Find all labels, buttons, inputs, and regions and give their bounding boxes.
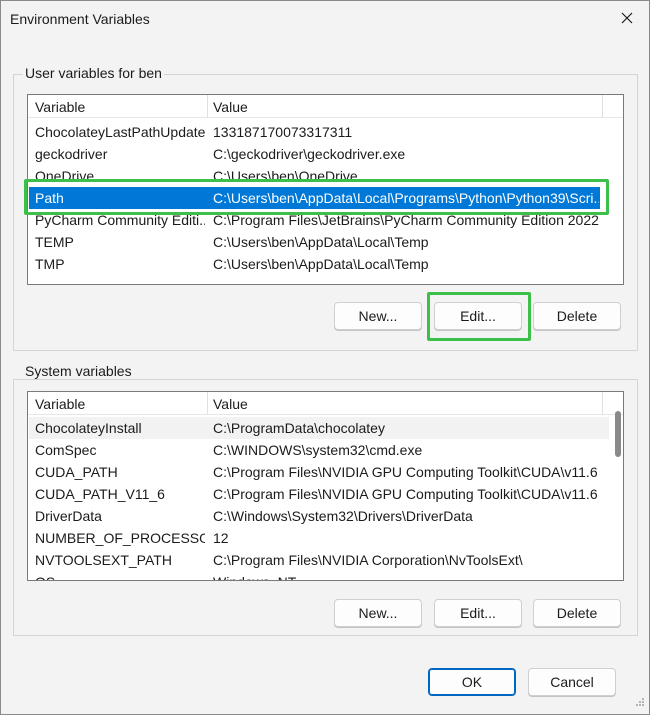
column-header-value[interactable]: Value	[213, 396, 248, 412]
variable-value: C:\Users\ben\AppData\Local\Temp	[213, 234, 429, 250]
variable-name: ChocolateyInstall	[35, 420, 142, 436]
system-delete-button[interactable]: Delete	[533, 599, 621, 627]
variable-value: C:\WINDOWS\system32\cmd.exe	[213, 442, 423, 458]
variable-name: TMP	[35, 256, 65, 272]
variable-name: CUDA_PATH	[35, 464, 118, 480]
close-icon	[621, 11, 633, 27]
environment-variables-dialog: Environment Variables User variables for…	[0, 0, 650, 715]
column-divider[interactable]	[207, 95, 208, 117]
list-item[interactable]: ChocolateyInstall C:\ProgramData\chocola…	[29, 417, 609, 439]
list-item[interactable]: ChocolateyLastPathUpdate 133187170073317…	[29, 121, 622, 143]
variable-name: TEMP	[35, 234, 74, 250]
list-item[interactable]: geckodriver C:\geckodriver\geckodriver.e…	[29, 143, 622, 165]
title-bar: Environment Variables	[1, 1, 649, 37]
variable-name: NUMBER_OF_PROCESSORS	[35, 530, 205, 546]
system-edit-button[interactable]: Edit...	[434, 599, 522, 627]
variable-name: Path	[35, 190, 64, 206]
system-new-button[interactable]: New...	[334, 599, 422, 627]
column-divider[interactable]	[207, 392, 208, 414]
user-new-button[interactable]: New...	[334, 302, 422, 330]
user-edit-button[interactable]: Edit...	[434, 302, 522, 330]
variable-name: DriverData	[35, 508, 102, 524]
vertical-scrollbar-thumb[interactable]	[615, 411, 621, 457]
cancel-button[interactable]: Cancel	[528, 668, 616, 696]
variable-value: C:\Program Files\JetBrains\PyCharm Commu…	[213, 212, 599, 228]
variable-value: 133187170073317311	[213, 124, 353, 140]
variable-value: C:\Users\ben\OneDrive	[213, 168, 358, 184]
resize-grip-icon[interactable]	[635, 694, 645, 710]
variable-value: C:\ProgramData\chocolatey	[213, 420, 385, 436]
user-variables-list[interactable]: Variable Value ChocolateyLastPathUpdate …	[27, 94, 624, 285]
list-item[interactable]: PyCharm Community Editi... C:\Program Fi…	[29, 209, 622, 231]
variable-name: CUDA_PATH_V11_6	[35, 486, 165, 502]
list-item[interactable]: NUMBER_OF_PROCESSORS 12	[29, 527, 609, 549]
list-item[interactable]: CUDA_PATH_V11_6 C:\Program Files\NVIDIA …	[29, 483, 609, 505]
variable-value: Windows_NT	[213, 571, 599, 580]
list-item[interactable]: TMP C:\Users\ben\AppData\Local\Temp	[29, 253, 622, 275]
variable-value: C:\geckodriver\geckodriver.exe	[213, 146, 406, 162]
list-header: Variable Value	[28, 392, 623, 415]
variable-name: PyCharm Community Editi...	[35, 212, 205, 228]
list-item[interactable]: NVTOOLSEXT_PATH C:\Program Files\NVIDIA …	[29, 549, 609, 571]
variable-value: C:\Users\ben\AppData\Local\Temp	[213, 256, 429, 272]
variable-name: NVTOOLSEXT_PATH	[35, 552, 172, 568]
variable-value: C:\Program Files\NVIDIA GPU Computing To…	[213, 486, 598, 502]
list-header: Variable Value	[28, 95, 623, 118]
column-header-variable[interactable]: Variable	[35, 396, 85, 412]
column-header-value[interactable]: Value	[213, 99, 248, 115]
list-item[interactable]: ComSpec C:\WINDOWS\system32\cmd.exe	[29, 439, 609, 461]
list-item[interactable]: DriverData C:\Windows\System32\Drivers\D…	[29, 505, 609, 527]
list-item[interactable]: OS Windows_NT	[29, 571, 609, 580]
variable-value: C:\Program Files\NVIDIA Corporation\NvTo…	[213, 552, 523, 568]
system-variables-label: System variables	[23, 363, 134, 379]
column-header-variable[interactable]: Variable	[35, 99, 85, 115]
system-variables-list[interactable]: Variable Value ChocolateyInstall C:\Prog…	[27, 391, 624, 581]
variable-name: geckodriver	[35, 146, 108, 162]
ok-button[interactable]: OK	[428, 668, 516, 696]
user-delete-button[interactable]: Delete	[533, 302, 621, 330]
list-item[interactable]: OneDrive C:\Users\ben\OneDrive	[29, 165, 622, 187]
list-item[interactable]: TEMP C:\Users\ben\AppData\Local\Temp	[29, 231, 622, 253]
variable-value: C:\Users\ben\AppData\Local\Programs\Pyth…	[213, 190, 599, 206]
variable-name: ComSpec	[35, 442, 97, 458]
column-divider[interactable]	[602, 392, 603, 414]
list-item[interactable]: CUDA_PATH C:\Program Files\NVIDIA GPU Co…	[29, 461, 609, 483]
list-item-selected[interactable]: Path C:\Users\ben\AppData\Local\Programs…	[29, 187, 600, 209]
window-title: Environment Variables	[10, 11, 150, 27]
column-divider[interactable]	[602, 95, 603, 117]
close-button[interactable]	[605, 1, 649, 37]
variable-name: OS	[35, 571, 205, 580]
user-variables-label: User variables for ben	[23, 65, 164, 81]
variable-value: 12	[213, 530, 229, 546]
variable-value: C:\Program Files\NVIDIA GPU Computing To…	[213, 464, 598, 480]
variable-name: ChocolateyLastPathUpdate	[35, 124, 205, 140]
variable-value: C:\Windows\System32\Drivers\DriverData	[213, 508, 473, 524]
variable-name: OneDrive	[35, 168, 95, 184]
